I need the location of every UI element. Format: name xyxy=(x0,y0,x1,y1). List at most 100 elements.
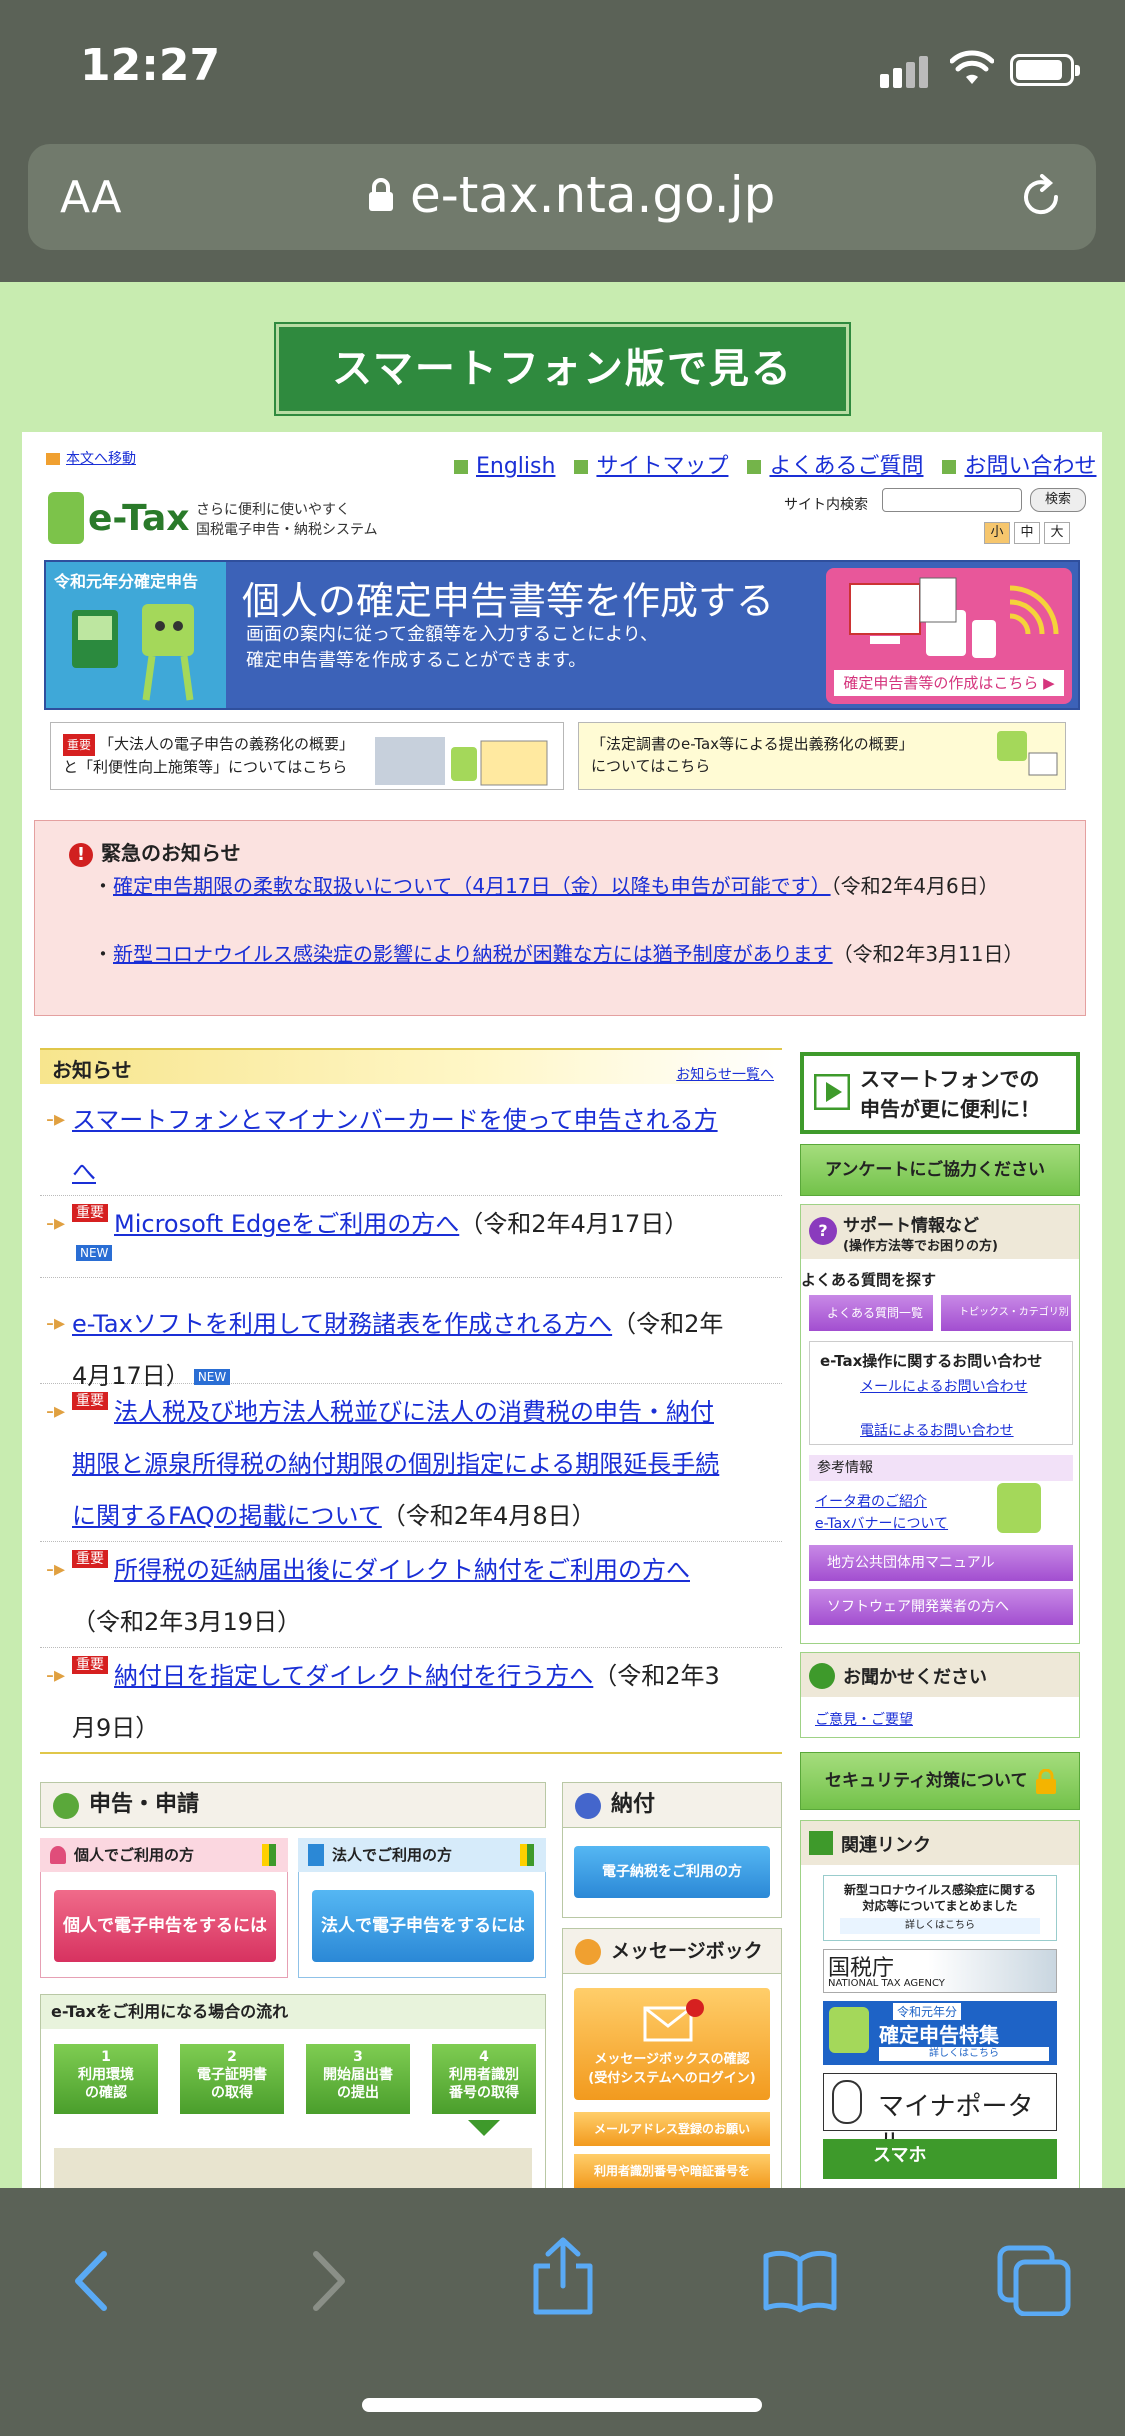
skip-to-content-link[interactable]: 本文へ移動 xyxy=(46,448,136,468)
create-return-link[interactable]: 確定申告書等の作成はこちら ▶ xyxy=(834,670,1064,696)
corporate-efiling-button[interactable]: 法人で電子申告をするには xyxy=(312,1890,534,1962)
link-contact[interactable]: お問い合わせ xyxy=(942,454,1097,479)
electronic-payment-button[interactable]: 電子納税をご利用の方 xyxy=(574,1846,770,1898)
news-section: お知らせ お知らせ一覧へ -▸ スマートフォンとマイナンバーカードを使って申告される… xyxy=(40,1048,782,1770)
status-bar: 12:27 AA e-tax.nta.go.jp xyxy=(0,0,1125,250)
top-links: English サイトマップ よくあるご質問 お問い合わせ xyxy=(442,448,1097,480)
flow-step-1[interactable]: 1 利用環境 の確認 xyxy=(54,2044,158,2114)
arrow-icon xyxy=(942,460,957,474)
search-button[interactable]: 検索 xyxy=(1030,488,1086,512)
url-text[interactable]: e-tax.nta.go.jp xyxy=(410,166,775,224)
search-label: サイト内検索 xyxy=(784,497,868,513)
address-bar[interactable]: AA e-tax.nta.go.jp xyxy=(28,144,1096,250)
important-badge: 重要 xyxy=(72,1204,108,1222)
individual-efiling-button[interactable]: 個人で電子申告をするには xyxy=(54,1890,276,1962)
important-badge: 重要 xyxy=(72,1392,108,1410)
play-icon xyxy=(814,1074,850,1110)
link-sitemap[interactable]: サイトマップ xyxy=(574,454,728,479)
beginner-mark-icon xyxy=(262,1844,276,1866)
nta-link[interactable]: 国税庁 NATIONAL TAX AGENCY xyxy=(823,1949,1057,1993)
new-badge: NEW xyxy=(193,1369,231,1385)
home-indicator xyxy=(362,2398,762,2412)
feedback-box: お聞かせください ご意見・ご要望 xyxy=(800,1652,1080,1738)
page-content: 本文へ移動 English サイトマップ よくあるご質問 お問い合わせ e-Ta… xyxy=(22,432,1102,2188)
statutory-report-banner[interactable]: 「法定調書のe-Tax等による提出義務化の概要」 についてはこちら xyxy=(578,722,1066,790)
related-links-box: 関連リンク 新型コロナウイルス感染症に関する 対応等についてまとめました 詳しくは… xyxy=(800,1820,1080,2188)
news-item: -▸ 重要 法人税及び地方法人税並びに法人の消費税の申告・納付 期限と源泉所得税の納付… xyxy=(40,1386,782,1542)
font-size-medium[interactable]: 中 xyxy=(1014,522,1040,544)
flow-step-4[interactable]: 4 利用者識別 番号の取得 xyxy=(432,2044,536,2114)
survey-link[interactable]: アンケートにご協力ください xyxy=(800,1144,1080,1196)
document-icon xyxy=(53,1793,79,1819)
font-size-small[interactable]: 小 xyxy=(984,522,1010,544)
news-more-link[interactable]: お知らせ一覧へ xyxy=(676,1064,774,1084)
bookmarks-icon[interactable] xyxy=(762,2248,838,2314)
arrow-icon xyxy=(454,460,468,474)
link-english[interactable]: English xyxy=(454,454,555,479)
smartphone-promo-link[interactable]: スマホ xyxy=(823,2139,1057,2179)
new-badge: NEW xyxy=(76,1245,113,1261)
back-icon[interactable] xyxy=(64,2246,124,2316)
flow-step-3[interactable]: 3 開始届出書 の提出 xyxy=(306,2044,410,2114)
person-icon xyxy=(50,1846,66,1864)
urgent-notice: ! 緊急のお知らせ ・確定申告期限の柔軟な取扱いについて（4月17日（金）以降も申… xyxy=(34,820,1086,1016)
important-badge: 重要 xyxy=(72,1550,108,1568)
right-sidebar: スマートフォンでの 申告が更に便利に！ アンケートにご協力ください ? サポート情… xyxy=(800,1052,1080,2188)
arrow-icon: -▸ xyxy=(46,1557,65,1582)
smartphone-version-button[interactable]: スマートフォン版で見る xyxy=(274,322,851,416)
software-developers-button[interactable]: ソフトウェア開発業者の方へ xyxy=(809,1589,1073,1625)
kakutei-special-link[interactable]: 令和元年分 確定申告特集 詳しくはこちら xyxy=(823,2001,1057,2065)
important-badge: 重要 xyxy=(63,734,96,756)
news-item: -▸ スマートフォンとマイナンバーカードを使って申告される方へ xyxy=(40,1094,782,1196)
news-item: -▸ e-Taxソフトを利用して財務諸表を作成される方へ（令和2年 4月17日） NE… xyxy=(40,1280,782,1390)
reload-icon[interactable] xyxy=(1018,174,1064,220)
etakun-link[interactable]: イータ君のご紹介 xyxy=(815,1491,927,1511)
smartphone-filing-banner[interactable]: スマートフォンでの 申告が更に便利に！ xyxy=(800,1052,1080,1134)
building-icon xyxy=(308,1844,324,1866)
reader-options-button[interactable]: AA xyxy=(60,172,121,223)
envelope-icon xyxy=(575,1939,601,1965)
filing-header: 申告・申請 xyxy=(40,1782,546,1828)
email-registration-button[interactable]: メールアドレス登録のお願い xyxy=(574,2112,770,2146)
email-contact-link[interactable]: メールによるお問い合わせ xyxy=(860,1376,1030,1398)
question-icon: ? xyxy=(809,1217,837,1245)
phone-contact-link[interactable]: 電話によるお問い合わせ xyxy=(860,1420,1014,1440)
support-box: ? サポート情報など (操作方法等でお困りの方) よくある質問を探す よくある質… xyxy=(800,1204,1080,1644)
user-id-button[interactable]: 利用者識別番号や暗証番号を xyxy=(574,2154,770,2188)
myna-portal-link[interactable]: マイナポータル xyxy=(823,2073,1057,2159)
security-link[interactable]: セキュリティ対策について xyxy=(800,1752,1080,1810)
search-input[interactable] xyxy=(882,488,1022,512)
news-item: -▸ 重要 Microsoft Edgeをご利用の方へ（令和2年4月17日） NEW xyxy=(40,1198,782,1278)
flow-down-arrow-icon xyxy=(468,2120,500,2136)
arrow-icon xyxy=(747,460,762,474)
cellular-signal-icon xyxy=(880,56,932,88)
alert-icon: ! xyxy=(69,843,93,867)
forward-icon[interactable] xyxy=(296,2246,356,2316)
arrow-icon: -▸ xyxy=(46,1663,65,1688)
etax-banner-link[interactable]: e-Taxバナーについて xyxy=(815,1513,948,1533)
faq-topics-button[interactable]: トピックス・カテゴリ別に調べる xyxy=(941,1295,1071,1354)
large-corp-efiling-banner[interactable]: 重要 「大法人の電子申告の義務化の概要」 と「利便性向上施策等」についてはこちら xyxy=(50,722,564,790)
corona-info-banner[interactable]: 新型コロナウイルス感染症に関する 対応等についてまとめました 詳しくはこちら xyxy=(823,1875,1057,1941)
font-size-large[interactable]: 大 xyxy=(1044,522,1070,544)
etax-mascot-icon xyxy=(48,492,84,544)
message-box-login-button[interactable]: メッセージボックスの確認 (受付システムへのログイン) xyxy=(574,1988,770,2100)
share-icon[interactable] xyxy=(528,2236,598,2316)
etax-logo[interactable]: e-Tax さらに便利に使いやすく 国税電子申告・納税システム xyxy=(48,492,408,548)
local-gov-manual-button[interactable]: 地方公共団体用マニュアル xyxy=(809,1545,1073,1581)
rabbit-mascot-icon xyxy=(832,2080,862,2124)
corporate-label: 法人でご利用の方 xyxy=(298,1838,546,1872)
create-tax-return-banner[interactable]: 令和元年分確定申告 個人の確定申告書等を作成する 画面の案内に従って金額等を入力… xyxy=(44,560,1080,710)
lock-icon xyxy=(369,178,393,211)
link-faq[interactable]: よくあるご質問 xyxy=(747,454,923,479)
feedback-link[interactable]: ご意見・ご要望 xyxy=(815,1709,913,1729)
flow-title: e-Taxをご利用になる場合の流れ xyxy=(41,1995,545,2029)
building-illustration-icon xyxy=(375,737,548,786)
individual-label: 個人でご利用の方 xyxy=(40,1838,288,1872)
arrow-icon xyxy=(574,460,589,474)
flow-step-2[interactable]: 2 電子証明書 の取得 xyxy=(180,2044,284,2114)
faq-list-button[interactable]: よくある質問一覧へ xyxy=(809,1295,933,1356)
news-item: -▸ 重要 所得税の延納届出後にダイレクト納付をご利用の方へ （令和2年3月19日） xyxy=(40,1544,782,1648)
tabs-icon[interactable] xyxy=(996,2244,1072,2316)
arrow-icon: -▸ xyxy=(46,1211,65,1236)
